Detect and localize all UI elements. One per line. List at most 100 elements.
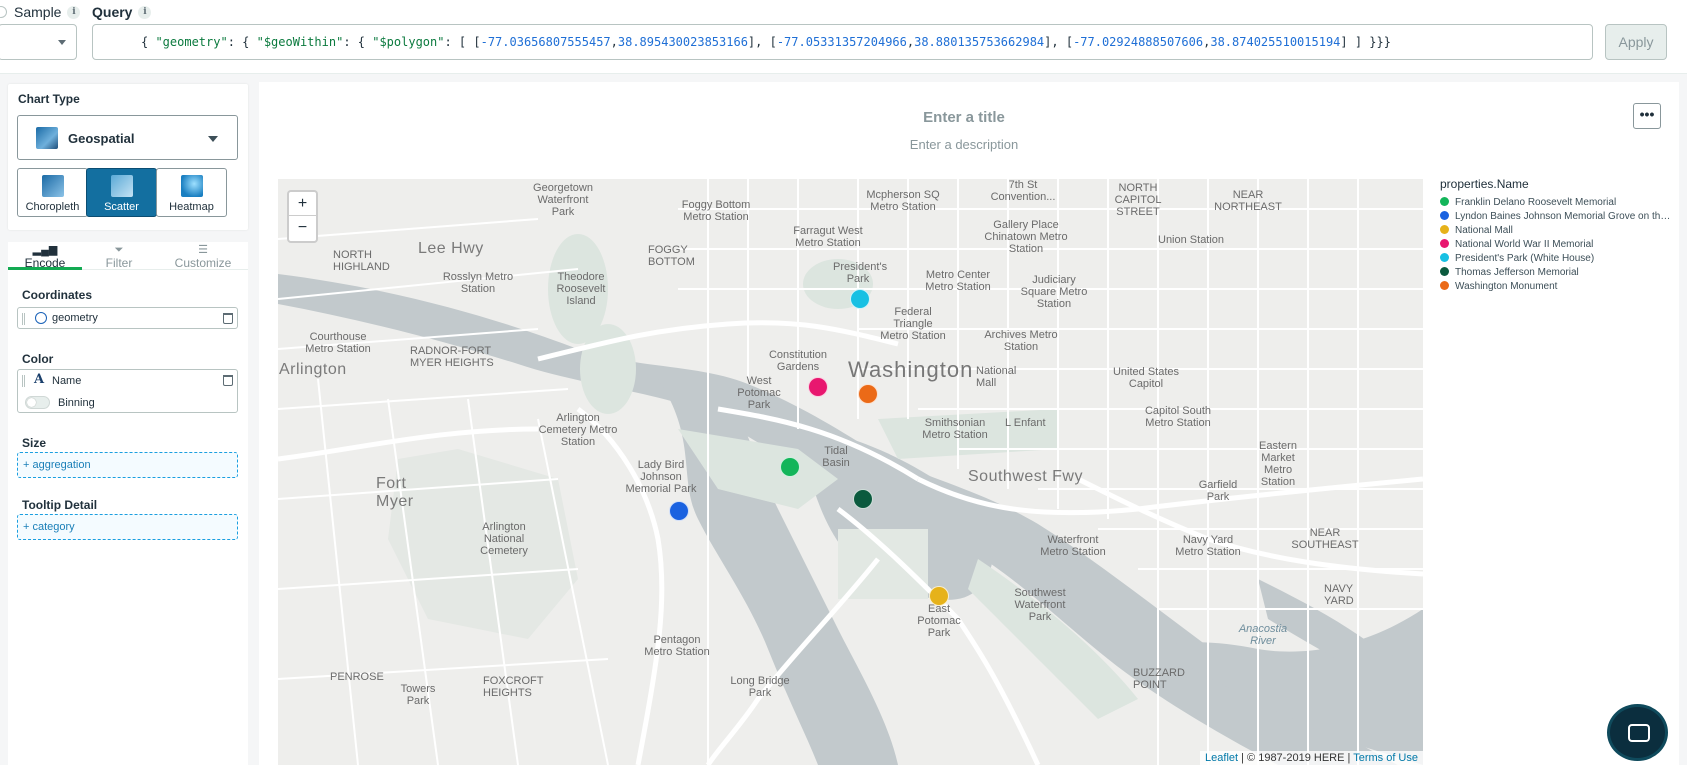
query-input[interactable]: { "geometry": { "$geoWithin": { "$polygo… bbox=[92, 24, 1593, 60]
legend-item[interactable]: Thomas Jefferson Memorial bbox=[1440, 266, 1675, 280]
legend-item[interactable]: President's Park (White House) bbox=[1440, 252, 1675, 266]
tab-encode[interactable]: ▂▄▆ Encode bbox=[8, 242, 82, 270]
subtype-heatmap[interactable]: Heatmap bbox=[156, 168, 227, 217]
legend-item[interactable]: National Mall bbox=[1440, 224, 1675, 238]
map-label-smithsonian: Smithsonian Metro Station bbox=[922, 417, 988, 441]
map-label-metro-center: Metro Center Metro Station bbox=[925, 269, 991, 293]
map-attribution: Leaflet | © 1987-2019 HERE | Terms of Us… bbox=[1200, 751, 1423, 765]
apply-button[interactable]: Apply bbox=[1605, 24, 1667, 60]
map-label-near-ne: NEAR NORTHEAST bbox=[1214, 189, 1282, 213]
map-label-courthouse: Courthouse Metro Station bbox=[305, 331, 371, 355]
map-marker-wwii-memorial[interactable] bbox=[808, 377, 828, 397]
query-token: "$polygon" bbox=[372, 35, 445, 49]
binning-toggle[interactable] bbox=[25, 396, 50, 409]
map-marker-fdr-memorial[interactable] bbox=[780, 457, 800, 477]
trash-icon[interactable] bbox=[223, 313, 233, 324]
tab-label: Encode bbox=[24, 256, 66, 270]
legend-label: Thomas Jefferson Memorial bbox=[1455, 267, 1579, 278]
coordinates-field-chip[interactable]: geometry bbox=[17, 307, 238, 329]
map-label-gallery-place: Gallery Place Chinatown Metro Station bbox=[984, 219, 1068, 255]
query-label: Query bbox=[92, 4, 133, 20]
tab-customize[interactable]: ☰ Customize bbox=[158, 242, 248, 270]
map-label-buzzard: BUZZARD POINT bbox=[1133, 667, 1185, 691]
map[interactable]: Washington Arlington Southwest Fwy Lee H… bbox=[278, 179, 1423, 765]
heatmap-icon bbox=[180, 175, 203, 197]
map-label-east-potomac: East Potomac Park bbox=[917, 603, 961, 639]
map-label-constitution: Constitution Gardens bbox=[768, 349, 828, 373]
coordinates-title: Coordinates bbox=[22, 288, 93, 302]
leaflet-link[interactable]: Leaflet bbox=[1205, 752, 1238, 764]
map-marker-jefferson-memorial[interactable] bbox=[853, 489, 873, 509]
legend-item[interactable]: National World War II Memorial bbox=[1440, 238, 1675, 252]
drag-handle-icon[interactable] bbox=[22, 375, 25, 387]
info-icon[interactable]: i bbox=[138, 5, 152, 19]
chart-type-title: Chart Type bbox=[18, 92, 80, 106]
trash-icon[interactable] bbox=[223, 375, 233, 386]
legend-item[interactable]: Lyndon Baines Johnson Memorial Grove on … bbox=[1440, 210, 1675, 224]
legend-swatch bbox=[1440, 197, 1449, 206]
terms-link[interactable]: Terms of Use bbox=[1353, 752, 1418, 764]
more-options-button[interactable]: ••• bbox=[1633, 103, 1661, 129]
size-drop-zone[interactable]: + aggregation bbox=[17, 452, 238, 478]
map-label-pentagon: Pentagon Metro Station bbox=[644, 634, 710, 658]
legend-swatch bbox=[1440, 267, 1449, 276]
bar-chart-icon: ▂▄▆ bbox=[32, 244, 58, 256]
map-label-waterfront: Waterfront Metro Station bbox=[1040, 534, 1106, 558]
map-label-foggy-station: Foggy Bottom Metro Station bbox=[681, 199, 751, 223]
map-marker-presidents-park[interactable] bbox=[850, 289, 870, 309]
map-label-long-bridge: Long Bridge Park bbox=[730, 675, 790, 699]
query-token: 38.895430023853166 bbox=[617, 35, 748, 49]
map-marker-washington-monument[interactable] bbox=[858, 384, 878, 404]
legend-item[interactable]: Franklin Delano Roosevelt Memorial bbox=[1440, 196, 1675, 210]
subtype-scatter[interactable]: Scatter bbox=[86, 168, 157, 217]
binning-label: Binning bbox=[58, 397, 95, 409]
chart-builder-panel: Chart Type Geospatial Choropleth Scatter… bbox=[8, 84, 248, 765]
map-label-national-mall: National Mall bbox=[976, 365, 1017, 389]
query-token: ] ] }}} bbox=[1340, 35, 1391, 49]
map-label-us-capitol: United States Capitol bbox=[1112, 366, 1180, 390]
query-token: ], [ bbox=[747, 35, 777, 49]
subtype-label: Choropleth bbox=[25, 201, 80, 213]
chart-type-selected: Geospatial bbox=[68, 131, 135, 146]
zoom-in-button[interactable]: + bbox=[289, 192, 316, 216]
legend-label: National World War II Memorial bbox=[1455, 239, 1594, 250]
chart-type-dropdown[interactable]: Geospatial bbox=[17, 115, 238, 160]
choropleth-icon bbox=[41, 175, 64, 197]
tab-filter[interactable]: ⏷ Filter bbox=[82, 242, 156, 270]
sample-toggle[interactable] bbox=[0, 6, 7, 18]
map-marker-lbj-grove[interactable] bbox=[669, 501, 689, 521]
encoding-tabs: ▂▄▆ Encode ⏷ Filter ☰ Customize bbox=[8, 242, 248, 270]
info-icon[interactable]: i bbox=[67, 5, 81, 19]
chevron-down-icon bbox=[208, 136, 218, 142]
legend-label: Washington Monument bbox=[1455, 281, 1558, 292]
subtype-choropleth[interactable]: Choropleth bbox=[17, 168, 88, 217]
chart-description-input[interactable]: Enter a description bbox=[259, 137, 1669, 152]
map-label-roosevelt: Theodore Roosevelt Island bbox=[556, 271, 606, 307]
size-title: Size bbox=[22, 436, 47, 450]
sample-size-select[interactable] bbox=[0, 24, 77, 60]
chat-support-button[interactable] bbox=[1607, 704, 1668, 761]
zoom-out-button[interactable]: − bbox=[289, 216, 316, 240]
query-token: : [ [ bbox=[444, 35, 481, 49]
map-label-federal-triangle: Federal Triangle Metro Station bbox=[880, 306, 946, 342]
tooltip-drop-zone[interactable]: + category bbox=[17, 514, 238, 540]
map-label-mcpherson: Mcpherson SQ Metro Station bbox=[866, 189, 940, 213]
drag-handle-icon[interactable] bbox=[22, 313, 25, 325]
legend-item[interactable]: Washington Monument bbox=[1440, 280, 1675, 294]
map-label-washington: Washington bbox=[848, 357, 974, 382]
tab-label: Customize bbox=[174, 256, 232, 270]
chart-title-input[interactable]: Enter a title bbox=[259, 109, 1669, 126]
color-field-chip[interactable]: A Name Binning bbox=[17, 369, 238, 413]
map-label-arlington-cemetery: Arlington National Cemetery bbox=[480, 521, 528, 557]
subtype-label: Heatmap bbox=[169, 201, 214, 213]
map-label-farragut: Farragut West Metro Station bbox=[793, 225, 863, 249]
query-token: ], [ bbox=[1044, 35, 1074, 49]
chart-type-section: Chart Type Geospatial Choropleth Scatter… bbox=[8, 84, 248, 230]
query-token: 38.880135753662984 bbox=[914, 35, 1045, 49]
map-label-anacostia: Anacostia River bbox=[1238, 623, 1288, 647]
map-label-navy-yard: NAVY YARD bbox=[1324, 583, 1354, 607]
query-bar: Sample i Query i { "geometry": { "$geoWi… bbox=[0, 0, 1687, 74]
map-marker-national-mall[interactable] bbox=[929, 586, 949, 606]
map-label-l-enfant: L Enfant bbox=[1005, 417, 1046, 429]
legend-label: National Mall bbox=[1455, 225, 1513, 236]
